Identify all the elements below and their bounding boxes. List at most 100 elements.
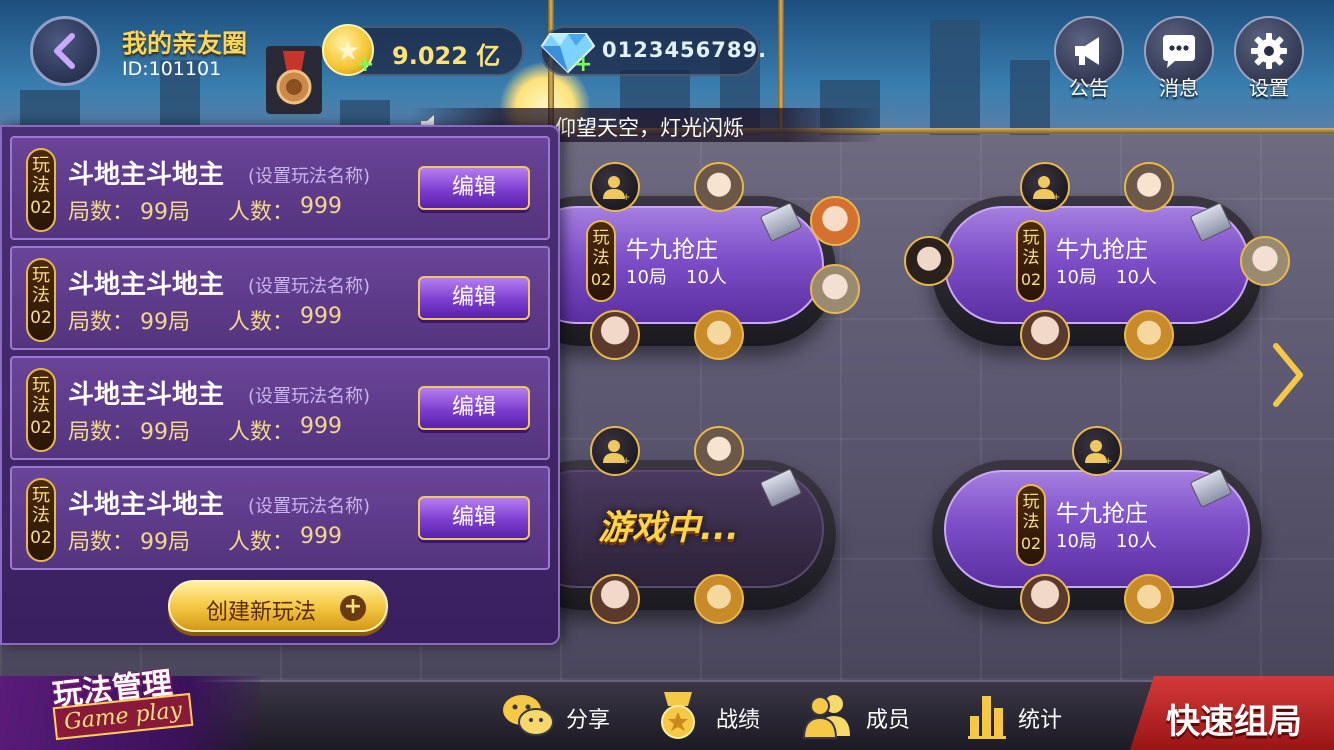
add-diamond-icon[interactable]: +: [574, 54, 592, 76]
player-avatar[interactable]: [810, 264, 860, 314]
players-value: 999: [300, 524, 342, 549]
empty-seat[interactable]: +: [590, 162, 640, 212]
player-avatar[interactable]: [694, 574, 744, 624]
add-gold-icon[interactable]: +: [356, 54, 374, 76]
megaphone-icon: [1075, 37, 1099, 65]
mode-badge-number: 02: [30, 418, 52, 438]
mode-name-hint: (设置玩法名称): [248, 386, 371, 407]
table-mode-label: 玩法: [1022, 228, 1040, 268]
mode-list-item[interactable]: 玩法 02 斗地主斗地主 (设置玩法名称) 局数： 99局 人数： 999 编辑: [10, 466, 550, 570]
player-avatar[interactable]: [904, 236, 954, 286]
players-label: 人数：: [228, 310, 295, 335]
message-icon: [1163, 35, 1195, 68]
player-avatar[interactable]: [694, 162, 744, 212]
players-value: 999: [300, 194, 342, 219]
svg-text:+: +: [622, 456, 630, 466]
quick-start-button[interactable]: 快速组局: [1130, 676, 1334, 750]
player-avatar[interactable]: [694, 426, 744, 476]
create-mode-label: 创建新玩法: [206, 600, 317, 625]
players-label: 人数：: [228, 200, 295, 225]
edit-button[interactable]: 编辑: [418, 276, 530, 320]
add-user-icon: +: [603, 176, 630, 202]
rounds-value: 99局: [140, 420, 190, 445]
mode-badge-number: 02: [30, 528, 52, 548]
wechat-icon: [503, 695, 554, 736]
players-value: 999: [300, 414, 342, 439]
mode-badge: 玩法 02: [26, 258, 56, 342]
player-avatar[interactable]: [1124, 574, 1174, 624]
mode-badge-label: 玩法: [32, 155, 50, 196]
table-rounds: 10局: [1056, 531, 1097, 552]
edit-button[interactable]: 编辑: [418, 386, 530, 430]
diamond-value: 0123456789.: [602, 38, 768, 62]
rounds-label: 局数：: [68, 200, 135, 225]
mode-badge-label: 玩法: [32, 375, 50, 416]
add-user-icon: +: [1033, 176, 1060, 202]
table-game-name: 牛九抢庄: [1056, 501, 1148, 527]
mode-badge-label: 玩法: [32, 485, 50, 526]
records-button[interactable]: 战绩: [650, 686, 770, 746]
mode-badge-label: 玩法: [32, 265, 50, 306]
mode-badge-number: 02: [30, 308, 52, 328]
empty-seat[interactable]: +: [590, 426, 640, 476]
player-avatar[interactable]: [810, 196, 860, 246]
share-label: 分享: [566, 708, 611, 733]
empty-seat[interactable]: +: [1020, 162, 1070, 212]
mode-name: 斗地主斗地主: [68, 160, 225, 190]
table-mode-tag: 玩法 02: [1016, 220, 1046, 302]
rounds-value: 99局: [140, 530, 190, 555]
club-name: 我的亲友圈: [122, 29, 248, 58]
create-mode-button[interactable]: 创建新玩法 +: [168, 580, 388, 632]
gold-value: 9.022 亿: [392, 42, 501, 70]
mode-name: 斗地主斗地主: [68, 270, 225, 300]
rounds-label: 局数：: [68, 310, 135, 335]
mode-list-item[interactable]: 玩法 02 斗地主斗地主 (设置玩法名称) 局数： 99局 人数： 999 编辑: [10, 136, 550, 240]
player-avatar[interactable]: [1240, 236, 1290, 286]
mode-name-hint: (设置玩法名称): [248, 276, 371, 297]
plus-icon: +: [340, 595, 366, 621]
players-value: 999: [300, 304, 342, 329]
table-mode-label: 玩法: [592, 228, 610, 268]
chevron-right-icon[interactable]: [1268, 340, 1308, 410]
marquee-text: 仰望天空，灯光闪烁: [555, 116, 744, 140]
svg-text:+: +: [1104, 456, 1112, 466]
table-rounds: 10局: [626, 267, 667, 288]
table-game-name: 牛九抢庄: [1056, 237, 1148, 263]
table-mode-number: 02: [1020, 534, 1042, 553]
stats-button[interactable]: 统计: [952, 686, 1072, 746]
share-button[interactable]: 分享: [500, 686, 620, 746]
mode-badge: 玩法 02: [26, 148, 56, 232]
table-mode-tag: 玩法 02: [586, 220, 616, 302]
add-user-icon: +: [603, 440, 630, 466]
back-button[interactable]: [30, 16, 100, 86]
rank-badge[interactable]: [266, 46, 322, 114]
mode-badge-number: 02: [30, 198, 52, 218]
table-rounds: 10局: [1056, 267, 1097, 288]
edit-button[interactable]: 编辑: [418, 496, 530, 540]
mode-list-item[interactable]: 玩法 02 斗地主斗地主 (设置玩法名称) 局数： 99局 人数： 999 编辑: [10, 356, 550, 460]
members-button[interactable]: 成员: [800, 686, 920, 746]
empty-seat[interactable]: +: [1072, 426, 1122, 476]
rounds-value: 99局: [140, 200, 190, 225]
table-players: 10人: [686, 267, 727, 288]
svg-text:+: +: [622, 192, 630, 202]
mode-name: 斗地主斗地主: [68, 490, 225, 520]
settings-label: 设置: [1249, 76, 1289, 100]
table-mode-tag: 玩法 02: [1016, 484, 1046, 566]
rounds-label: 局数：: [68, 420, 135, 445]
player-avatar[interactable]: [1124, 162, 1174, 212]
quick-start-label: 快速组局: [1166, 702, 1302, 742]
edit-button[interactable]: 编辑: [418, 166, 530, 210]
table-mode-number: 02: [1020, 270, 1042, 289]
player-avatar[interactable]: [1020, 574, 1070, 624]
player-avatar[interactable]: [1124, 310, 1174, 360]
mode-list-item[interactable]: 玩法 02 斗地主斗地主 (设置玩法名称) 局数： 99局 人数： 999 编辑: [10, 246, 550, 350]
gear-icon: [1251, 33, 1287, 69]
stats-icon: [968, 696, 1006, 739]
player-avatar[interactable]: [694, 310, 744, 360]
player-avatar[interactable]: [590, 310, 640, 360]
player-avatar[interactable]: [1020, 310, 1070, 360]
medal-icon: [661, 692, 695, 739]
message-label: 消息: [1159, 76, 1199, 100]
player-avatar[interactable]: [590, 574, 640, 624]
